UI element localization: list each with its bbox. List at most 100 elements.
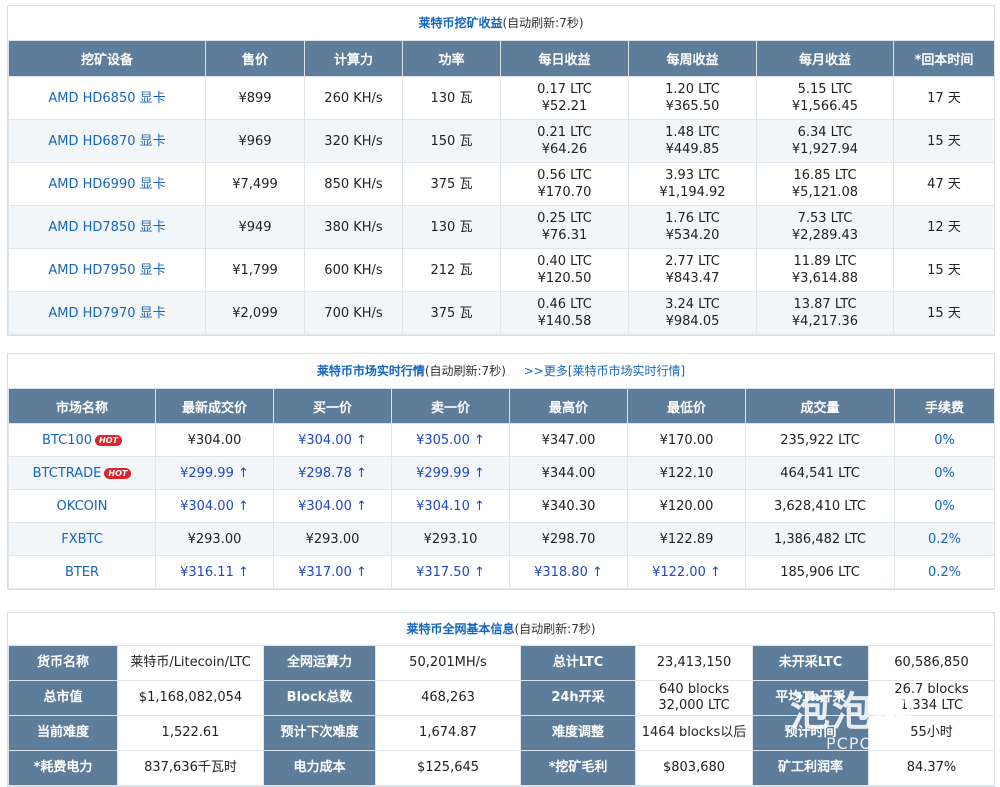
network-label: 难度调整 [520,715,636,751]
income-cny: ¥140.58 [537,314,592,329]
income-cny: ¥2,289.43 [791,228,859,243]
device-link[interactable]: AMD HD6850 显卡 [48,91,165,106]
low-price-cell: ¥170.00 [627,423,746,457]
daily-income-cell: 0.56 LTC ¥170.70 [500,162,629,206]
payback-cell: 15 天 [893,248,995,292]
income-cny: ¥5,121.08 [791,185,859,200]
power-cell: 212 瓦 [402,248,501,292]
market-row: FXBTC ¥293.00 ¥293.00 ¥293.10 ¥298.70 ¥122.89… [8,522,995,556]
last-price-cell: ¥304.00 ↑ [155,489,274,523]
market-name-link[interactable]: BTER [65,565,99,580]
price-cell: ¥949 [205,205,305,249]
network-value-line: 23,413,150 [656,655,732,670]
price-cell: ¥7,499 [205,162,305,206]
monthly-income-cell: 6.34 LTC ¥1,927.94 [756,119,894,163]
device-link[interactable]: AMD HD7950 显卡 [48,263,165,278]
income-ltc: 0.21 LTC [537,125,592,140]
last-price-cell: ¥316.11 ↑ [155,555,274,589]
ask-price-cell: ¥305.00 ↑ [391,423,510,457]
network-value: 1,522.61 [117,715,264,751]
high-price-cell: ¥298.70 [509,522,628,556]
price-cell: ¥899 [205,76,305,120]
mining-table: 挖矿设备 售价 计算力 功率 每日收益 每周收益 每月收益 *回本时间 AMD HD6850 … [8,40,995,335]
weekly-income-cell: 1.76 LTC ¥534.20 [628,205,757,249]
income-ltc: 0.40 LTC [537,254,592,269]
price-cell: ¥1,799 [205,248,305,292]
income-ltc: 7.53 LTC [797,211,853,226]
device-cell: AMD HD7970 显卡 [8,291,206,335]
income-ltc: 0.56 LTC [537,168,592,183]
bid-price-cell: ¥304.00 ↑ [273,489,392,523]
fee-cell: 0% [894,489,995,523]
hot-badge: HOT [104,467,132,479]
market-name-link[interactable]: BTC100 [42,433,92,448]
income-cny: ¥52.21 [541,99,588,114]
more-market-link[interactable]: >>更多[莱特币市场实时行情] [524,364,685,378]
network-table: 货币名称 莱特币/Litecoin/LTC 全网运算力 50,201MH/s 总计LTC… [8,645,995,786]
device-link[interactable]: AMD HD7970 显卡 [48,306,165,321]
mining-col-header: 挖矿设备 [8,40,206,77]
network-value-line: 1464 blocks以后 [641,725,747,740]
network-value: 50,201MH/s [375,645,521,681]
power-cell: 130 瓦 [402,76,501,120]
market-name-link[interactable]: OKCOIN [57,499,108,514]
network-title: 莱特币全网基本信息 [406,622,515,636]
device-cell: AMD HD6990 显卡 [8,162,206,206]
network-label: 预计时间 [752,715,869,751]
network-value-line2: 1,334 LTC [899,698,964,713]
mining-col-header: 售价 [205,40,305,77]
hashrate-cell: 260 KH/s [304,76,403,120]
weekly-income-cell: 3.93 LTC ¥1,194.92 [628,162,757,206]
market-refresh-note: (自动刷新:7秒) [424,364,506,378]
bid-price-cell: ¥304.00 ↑ [273,423,392,457]
market-title-bar: 莱特币市场实时行情(自动刷新:7秒) >>更多[莱特币市场实时行情] [8,354,994,388]
weekly-income-cell: 2.77 LTC ¥843.47 [628,248,757,292]
income-ltc: 3.24 LTC [665,297,720,312]
market-row: BTER ¥316.11 ↑ ¥317.00 ↑ ¥317.50 ↑ ¥318.80 ↑… [8,555,995,589]
income-ltc: 0.17 LTC [537,82,592,97]
income-ltc: 13.87 LTC [793,297,857,312]
mining-col-header: 每月收益 [756,40,894,77]
market-name-link[interactable]: FXBTC [61,532,103,547]
income-ltc: 11.89 LTC [793,254,857,269]
daily-income-cell: 0.25 LTC ¥76.31 [500,205,629,249]
price-cell: ¥969 [205,119,305,163]
market-title: 莱特币市场实时行情 [316,364,425,378]
network-panel: 莱特币全网基本信息(自动刷新:7秒) 货币名称 莱特币/Litecoin/LTC 全… [7,612,995,787]
market-col-header: 成交量 [745,388,895,424]
network-label: *耗费电力 [8,750,118,786]
payback-cell: 12 天 [893,205,995,249]
low-price-cell: ¥122.89 [627,522,746,556]
fee-cell: 0.2% [894,522,995,556]
hashrate-cell: 700 KH/s [304,291,403,335]
income-ltc: 1.48 LTC [665,125,720,140]
market-name-link[interactable]: BTCTRADE [33,466,102,481]
weekly-income-cell: 1.48 LTC ¥449.85 [628,119,757,163]
income-cny: ¥4,217.36 [791,314,859,329]
bid-price-cell: ¥317.00 ↑ [273,555,392,589]
network-title-bar: 莱特币全网基本信息(自动刷新:7秒) [8,613,994,645]
last-price-cell: ¥304.00 [155,423,274,457]
network-value: 23,413,150 [635,645,753,681]
network-label: *挖矿毛利 [520,750,636,786]
market-name-cell: BTCTRADE HOT [8,456,156,490]
payback-cell: 47 天 [893,162,995,206]
income-ltc: 6.34 LTC [797,125,853,140]
device-link[interactable]: AMD HD6870 显卡 [48,134,165,149]
network-value-line: 莱特币/Litecoin/LTC [130,655,251,670]
mining-row: AMD HD7950 显卡 ¥1,799 600 KH/s 212 瓦 0.40 LTC… [8,248,995,292]
market-col-header: 手续费 [894,388,995,424]
network-label: Block总数 [263,680,376,716]
hashrate-cell: 380 KH/s [304,205,403,249]
network-value: $125,645 [375,750,521,786]
low-price-cell: ¥122.10 [627,456,746,490]
network-value: 莱特币/Litecoin/LTC [117,645,264,681]
market-col-header: 买一价 [273,388,392,424]
device-link[interactable]: AMD HD6990 显卡 [48,177,165,192]
market-col-header: 最新成交价 [155,388,274,424]
volume-cell: 235,922 LTC [745,423,895,457]
monthly-income-cell: 7.53 LTC ¥2,289.43 [756,205,894,249]
network-value-line2: 32,000 LTC [658,698,730,713]
network-value: 84.37% [868,750,995,786]
device-link[interactable]: AMD HD7850 显卡 [48,220,165,235]
